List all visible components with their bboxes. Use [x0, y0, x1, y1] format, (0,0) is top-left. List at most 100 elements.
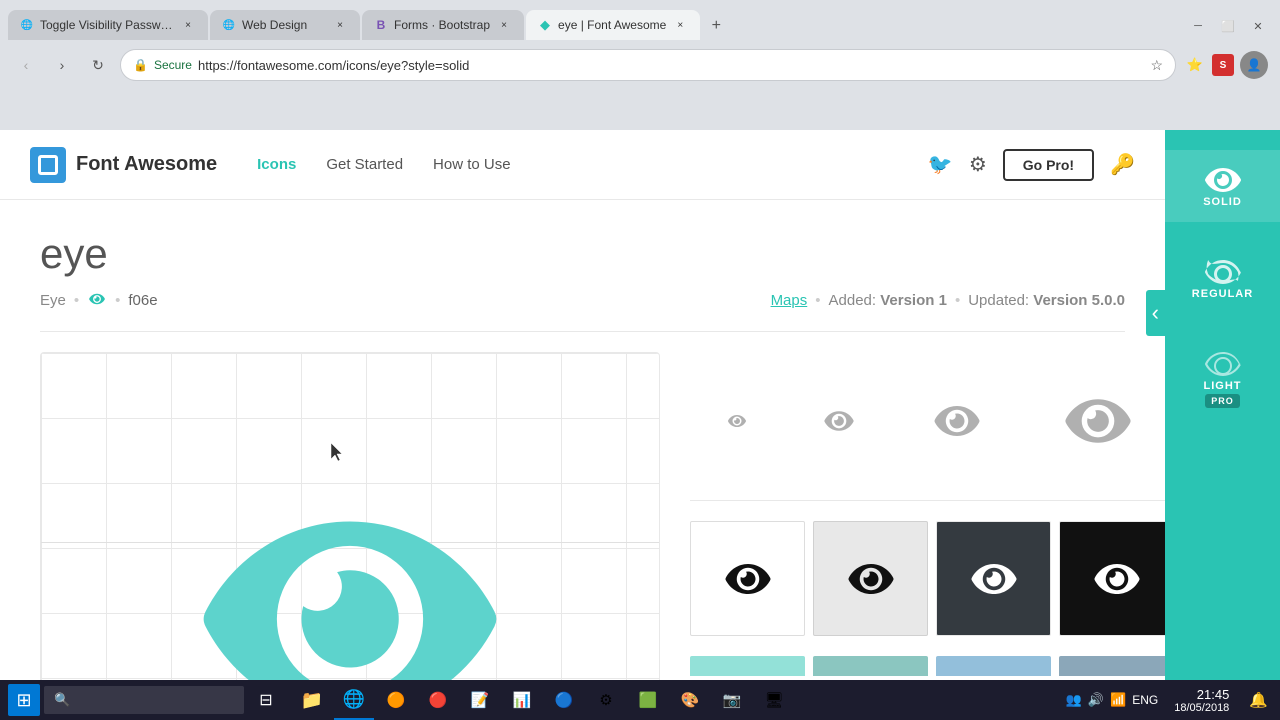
tab-4-close[interactable]: ×	[672, 17, 688, 33]
taskbar-network-icon[interactable]: 📶	[1110, 692, 1126, 708]
logo-area: Font Awesome	[30, 147, 217, 183]
secure-label: Secure	[154, 58, 192, 72]
icon-code: f06e	[128, 292, 157, 309]
sidebar-collapse-button[interactable]: ‹	[1146, 290, 1165, 336]
ext-icon-2[interactable]: S	[1212, 54, 1234, 76]
tab-4-favicon: ◆	[538, 18, 552, 32]
tab-4[interactable]: ◆ eye | Font Awesome ×	[526, 10, 700, 40]
logo-text: Font Awesome	[76, 153, 217, 176]
go-pro-button[interactable]: Go Pro!	[1003, 149, 1094, 181]
taskbar-app-7[interactable]: 🟩	[628, 680, 668, 720]
twitter-icon[interactable]: 🐦	[928, 152, 953, 177]
sidebar-regular[interactable]: REGULAR	[1165, 242, 1280, 314]
taskbar-app-1[interactable]: 🟠	[376, 680, 416, 720]
nav-get-started[interactable]: Get Started	[326, 156, 403, 173]
tab-2-close[interactable]: ×	[332, 17, 348, 33]
solid-label: SOLID	[1203, 196, 1242, 208]
start-button[interactable]: ⊞	[8, 684, 40, 716]
secure-icon: 🔒	[133, 58, 148, 72]
notification-btn[interactable]: 🔔	[1245, 691, 1272, 709]
taskbar-people-icon[interactable]: 👥	[1066, 692, 1082, 708]
profile-button[interactable]: 👤	[1240, 51, 1268, 79]
nav-icons[interactable]: Icons	[257, 156, 296, 173]
content-area: eye Eye • • f06e Maps • Added: Version	[0, 200, 1165, 720]
swatch-white[interactable]	[690, 521, 805, 636]
style-section	[690, 521, 1165, 636]
sidebar-solid[interactable]: SOLID	[1165, 150, 1280, 222]
task-view-btn[interactable]: ⊟	[248, 682, 284, 718]
taskbar: ⊞ 🔍 ⊟ 📁 🌐 🟠 🔴 📝 📊 🔵 ⚙ 🟩 🎨 📷 🖥 👥 🔊 📶 ENG …	[0, 680, 1280, 720]
meta-dot-1: •	[74, 292, 79, 309]
taskbar-lang: ENG	[1132, 693, 1158, 707]
nav-how-to-use[interactable]: How to Use	[433, 156, 511, 173]
right-sidebar: ‹ SOLID REGULAR LIGHT PRO	[1165, 130, 1280, 720]
maps-link[interactable]: Maps	[771, 292, 808, 309]
main-area: Font Awesome Icons Get Started How to Us…	[0, 130, 1165, 720]
icon-name-heading: eye	[40, 230, 1125, 278]
new-tab-button[interactable]: +	[702, 12, 730, 40]
logo-box-inner	[38, 155, 58, 175]
tab-4-title: eye | Font Awesome	[558, 18, 666, 32]
eye-preview-icon	[87, 290, 107, 311]
added-version: Version 1	[880, 292, 947, 309]
updated-label: Updated: Version 5.0.0	[968, 292, 1125, 309]
back-button[interactable]: ‹	[12, 51, 40, 79]
showcase-container	[40, 352, 1125, 720]
pro-badge: PRO	[1205, 394, 1240, 408]
taskbar-right: 👥 🔊 📶 ENG 21:45 18/05/2018 🔔	[1066, 687, 1272, 714]
showcase-main	[40, 352, 660, 720]
taskbar-app-3[interactable]: 📝	[460, 680, 500, 720]
tab-1[interactable]: 🌐 Toggle Visibility Passwo... ×	[8, 10, 208, 40]
swatch-black[interactable]	[1059, 521, 1165, 636]
taskbar-sys-icons: 👥 🔊 📶 ENG	[1066, 692, 1159, 708]
tab-bar: 🌐 Toggle Visibility Passwo... × 🌐 Web De…	[0, 0, 1280, 40]
search-box[interactable]: 🔍	[44, 686, 244, 714]
divider	[40, 331, 1125, 332]
tab-2[interactable]: 🌐 Web Design ×	[210, 10, 360, 40]
taskbar-app-8[interactable]: 🎨	[670, 680, 710, 720]
taskbar-app-6[interactable]: ⚙	[586, 680, 626, 720]
taskbar-app-chrome[interactable]: 🌐	[334, 680, 374, 720]
taskbar-app-9[interactable]: 📷	[712, 680, 752, 720]
tab-3-favicon: B	[374, 18, 388, 32]
taskbar-app-explorer[interactable]: 📁	[292, 680, 332, 720]
clock-date: 18/05/2018	[1174, 702, 1229, 714]
close-button[interactable]: ✕	[1244, 12, 1272, 40]
maximize-button[interactable]: ⬜	[1214, 12, 1242, 40]
address-bar[interactable]: 🔒 Secure https://fontawesome.com/icons/e…	[120, 49, 1176, 81]
taskbar-app-10[interactable]: 🖥	[754, 680, 794, 720]
tab-3-close[interactable]: ×	[496, 17, 512, 33]
forward-button[interactable]: ›	[48, 51, 76, 79]
taskbar-app-2[interactable]: 🔴	[418, 680, 458, 720]
light-label: LIGHT	[1204, 380, 1242, 392]
taskbar-app-5[interactable]: 🔵	[544, 680, 584, 720]
icon-meta: Eye • • f06e Maps • Added: Version 1 •	[40, 290, 1125, 311]
tab-1-favicon: 🌐	[20, 18, 34, 32]
swatch-lightgray[interactable]	[813, 521, 928, 636]
extension-area: ⭐ S 👤	[1184, 51, 1268, 79]
tab-3[interactable]: B Forms · Bootstrap ×	[362, 10, 524, 40]
tab-3-title: Forms · Bootstrap	[394, 18, 490, 32]
meta-dot-2: •	[115, 292, 120, 309]
pinned-apps: 📁 🌐 🟠 🔴 📝 📊 🔵 ⚙ 🟩 🎨 📷 🖥	[292, 680, 794, 720]
sidebar-light[interactable]: LIGHT PRO	[1165, 334, 1280, 422]
search-icon: 🔍	[54, 692, 70, 708]
browser-chrome: 🌐 Toggle Visibility Passwo... × 🌐 Web De…	[0, 0, 1280, 130]
swatch-dark[interactable]	[936, 521, 1051, 636]
ext-icon-1[interactable]: ⭐	[1184, 54, 1206, 76]
minimize-button[interactable]: ─	[1184, 12, 1212, 40]
taskbar-volume-icon[interactable]: 🔊	[1088, 692, 1104, 708]
refresh-button[interactable]: ↻	[84, 51, 112, 79]
meta-dot-3: •	[815, 292, 820, 309]
added-label: Added: Version 1	[829, 292, 947, 309]
size-lg	[1058, 392, 1138, 450]
signin-icon[interactable]: 🔑	[1110, 152, 1135, 177]
tab-1-close[interactable]: ×	[180, 17, 196, 33]
github-icon[interactable]: ⚙	[969, 152, 987, 177]
bookmark-icon[interactable]: ☆	[1150, 57, 1163, 74]
updated-version: Version 5.0.0	[1033, 292, 1125, 309]
showcase-right	[660, 352, 1165, 720]
taskbar-app-4[interactable]: 📊	[502, 680, 542, 720]
page-content: Font Awesome Icons Get Started How to Us…	[0, 130, 1280, 720]
clock[interactable]: 21:45 18/05/2018	[1166, 687, 1237, 714]
